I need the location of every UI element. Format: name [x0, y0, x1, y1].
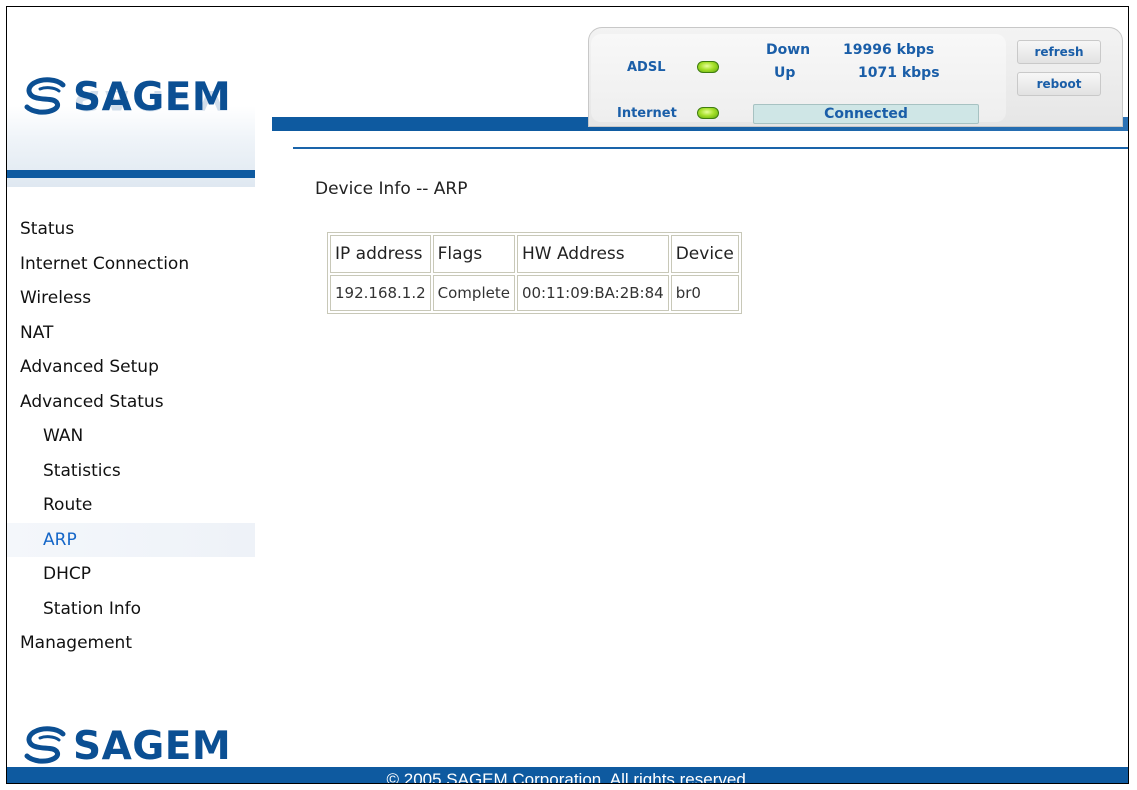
column-header-hw-address: HW Address	[516, 235, 669, 273]
internet-label: Internet	[617, 106, 677, 121]
down-rate: 19996 kbps	[843, 42, 935, 58]
footer-sagem-swirl-icon	[24, 726, 66, 764]
footer-bar: © 2005 SAGEM Corporation. All rights res…	[7, 767, 1128, 784]
sidebar-item-advanced-setup[interactable]: Advanced Setup	[7, 350, 255, 385]
reboot-button[interactable]: reboot	[1017, 72, 1101, 96]
copyright-text: © 2005 SAGEM Corporation. All rights res…	[386, 770, 751, 784]
up-rate: 1071 kbps	[858, 65, 940, 81]
table-header-row: IP address Flags HW Address Device	[330, 235, 739, 273]
cell-device: br0	[670, 275, 739, 311]
cell-flags: Complete	[432, 275, 515, 311]
sidebar-nav: Status Internet Connection Wireless NAT …	[7, 212, 255, 661]
sidebar-item-station-info[interactable]: Station Info	[7, 592, 255, 627]
column-header-flags: Flags	[432, 235, 515, 273]
connection-status-panel: ADSL Internet Down 19996 kbps Up 1071 kb…	[588, 27, 1123, 127]
footer-sagem-logo: SAGEM	[23, 723, 232, 769]
refresh-button[interactable]: refresh	[1017, 40, 1101, 64]
sidebar-item-wan[interactable]: WAN	[7, 419, 255, 454]
sidebar-item-route[interactable]: Route	[7, 488, 255, 523]
table-row: 192.168.1.2 Complete 00:11:09:BA:2B:84 b…	[330, 275, 739, 311]
logo-panel-bar	[7, 170, 255, 178]
adsl-led-icon	[697, 61, 719, 73]
sidebar-item-status[interactable]: Status	[7, 212, 255, 247]
footer-brand-name: SAGEM	[73, 723, 232, 769]
logo-panel: SAGEM SAGEM	[7, 7, 255, 187]
sidebar-item-advanced-status[interactable]: Advanced Status	[7, 385, 255, 420]
logo-reflection: SAGEM	[23, 91, 231, 117]
status-inner: ADSL Internet Down 19996 kbps Up 1071 kb…	[591, 34, 1006, 124]
adsl-label: ADSL	[627, 60, 666, 75]
down-label: Down	[766, 42, 811, 58]
sidebar-item-nat[interactable]: NAT	[7, 316, 255, 351]
connection-state: Connected	[753, 104, 979, 124]
arp-table: IP address Flags HW Address Device 192.1…	[327, 232, 742, 314]
sidebar-item-management[interactable]: Management	[7, 626, 255, 661]
up-label: Up	[774, 65, 796, 81]
column-header-ip-address: IP address	[330, 235, 431, 273]
column-header-device: Device	[670, 235, 739, 273]
router-admin-page: SAGEM SAGEM ADSL Internet Down 19996 kbp…	[6, 6, 1129, 784]
header-divider	[293, 147, 1128, 149]
internet-led-icon	[697, 107, 719, 119]
sidebar-item-wireless[interactable]: Wireless	[7, 281, 255, 316]
sidebar-item-arp[interactable]: ARP	[7, 522, 255, 557]
cell-ip-address: 192.168.1.2	[330, 275, 431, 311]
brand-name-reflection: SAGEM	[73, 91, 232, 117]
page-title: Device Info -- ARP	[315, 179, 468, 199]
sidebar-item-statistics[interactable]: Statistics	[7, 454, 255, 489]
cell-hw-address: 00:11:09:BA:2B:84	[516, 275, 669, 311]
sidebar-item-dhcp[interactable]: DHCP	[7, 557, 255, 592]
sidebar-item-internet-connection[interactable]: Internet Connection	[7, 247, 255, 282]
